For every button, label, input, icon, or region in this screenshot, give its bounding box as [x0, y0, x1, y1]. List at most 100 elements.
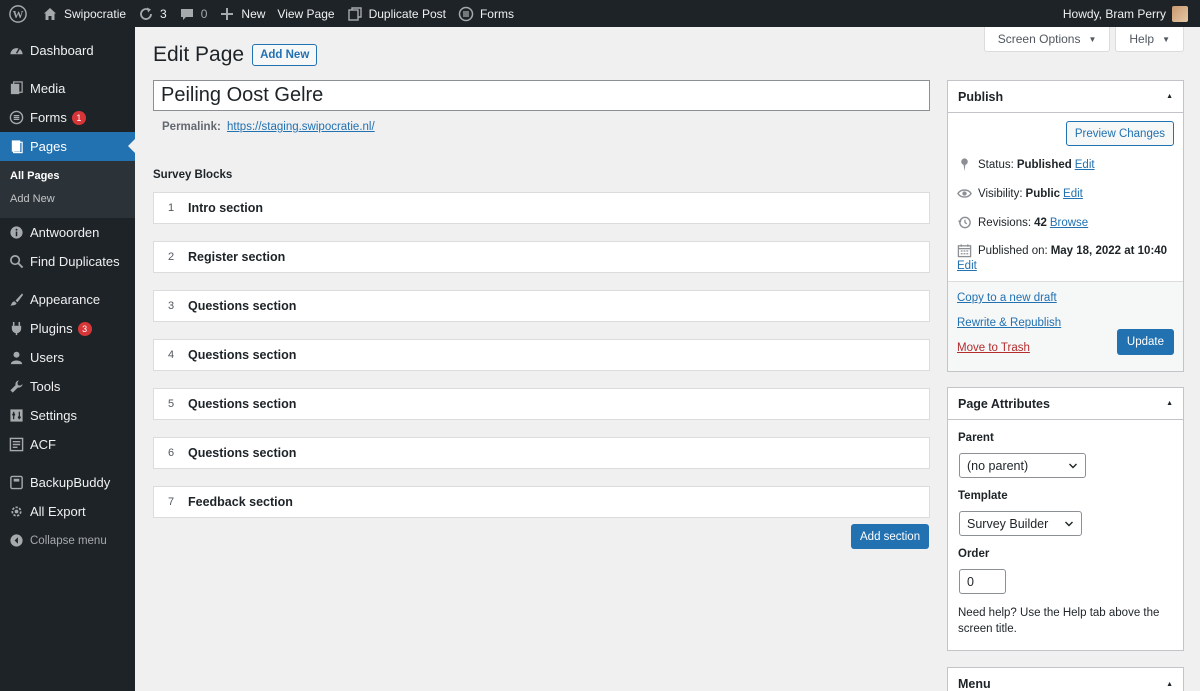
- menu-pages-label: Pages: [30, 139, 67, 154]
- menu-forms[interactable]: Forms 1: [0, 103, 135, 132]
- post-title-input[interactable]: Peiling Oost Gelre: [153, 80, 930, 111]
- parent-select[interactable]: (no parent): [959, 453, 1086, 478]
- calendar-icon: [957, 243, 972, 258]
- menu-appearance[interactable]: Appearance: [0, 285, 135, 314]
- admin-menu: Dashboard Media Forms 1 Pages All Pages …: [0, 27, 135, 691]
- block-title: Intro section: [188, 201, 264, 215]
- published-on-value: May 18, 2022 at 10:40: [1050, 244, 1168, 257]
- order-input[interactable]: 0: [959, 569, 1006, 594]
- collapse-arrow-icon[interactable]: ▲: [1166, 400, 1173, 407]
- help-button[interactable]: Help ▼: [1115, 27, 1184, 52]
- duplicate-post-link[interactable]: Duplicate Post: [341, 0, 452, 27]
- published-on-edit-link[interactable]: Edit: [957, 260, 977, 272]
- block-number: 7: [167, 496, 175, 508]
- collapse-arrow-icon[interactable]: ▲: [1166, 93, 1173, 100]
- screen-options-label: Screen Options: [997, 32, 1081, 46]
- survey-block[interactable]: 1 Intro section: [153, 192, 930, 224]
- update-button[interactable]: Update: [1116, 329, 1174, 355]
- menu-pages[interactable]: Pages: [0, 132, 135, 161]
- page-attributes-header[interactable]: Page Attributes ▲: [948, 388, 1183, 420]
- browse-revisions-link[interactable]: Browse: [1050, 217, 1088, 229]
- submenu-add-new[interactable]: Add New: [0, 189, 135, 212]
- dashboard-icon: [8, 43, 24, 59]
- copy-to-draft-link[interactable]: Copy to a new draft: [957, 292, 1057, 304]
- menu-box-header[interactable]: Menu ▲: [948, 668, 1183, 691]
- collapse-menu-button[interactable]: Collapse menu: [0, 526, 135, 555]
- caret-down-icon: ▼: [1088, 34, 1097, 44]
- template-label: Template: [958, 490, 1008, 502]
- updates-count: 3: [160, 6, 167, 21]
- survey-block[interactable]: 7 Feedback section: [153, 486, 930, 518]
- menu-all-export[interactable]: All Export: [0, 497, 135, 526]
- menu-box-title: Menu: [958, 677, 991, 691]
- block-number: 5: [167, 398, 175, 410]
- svg-text:W: W: [13, 9, 24, 21]
- collapse-arrow-icon[interactable]: ▲: [1166, 681, 1173, 688]
- site-name-link[interactable]: Swipocratie: [36, 0, 132, 27]
- menu-users-label: Users: [30, 350, 64, 365]
- forms-link[interactable]: Forms: [452, 0, 520, 27]
- menu-dashboard[interactable]: Dashboard: [0, 36, 135, 65]
- caret-down-icon: ▼: [1162, 34, 1170, 44]
- block-title: Questions section: [188, 348, 297, 362]
- permalink: Permalink: https://staging.swipocratie.n…: [162, 121, 375, 133]
- view-page-link[interactable]: View Page: [271, 0, 340, 27]
- permalink-label: Permalink:: [162, 121, 221, 133]
- template-select[interactable]: Survey Builder: [959, 511, 1082, 536]
- permalink-link[interactable]: https://staging.swipocratie.nl/: [227, 121, 375, 133]
- menu-antwoorden[interactable]: Antwoorden: [0, 218, 135, 247]
- menu-backupbuddy[interactable]: BackupBuddy: [0, 468, 135, 497]
- screen-options-button[interactable]: Screen Options ▼: [983, 27, 1111, 52]
- status-edit-link[interactable]: Edit: [1075, 159, 1095, 171]
- revisions-row: Revisions: 42 Browse: [957, 215, 1088, 230]
- publish-header[interactable]: Publish ▲: [948, 81, 1183, 113]
- menu-users[interactable]: Users: [0, 343, 135, 372]
- survey-block[interactable]: 5 Questions section: [153, 388, 930, 420]
- settings-icon: [8, 408, 24, 424]
- updates-link[interactable]: 3: [132, 0, 173, 27]
- menu-tools[interactable]: Tools: [0, 372, 135, 401]
- menu-settings[interactable]: Settings: [0, 401, 135, 430]
- my-account-link[interactable]: Howdy, Bram Perry: [1057, 0, 1194, 27]
- menu-plugins-label: Plugins: [30, 321, 73, 336]
- menu-media-label: Media: [30, 81, 66, 96]
- new-content-link[interactable]: New: [213, 0, 271, 27]
- survey-block[interactable]: 2 Register section: [153, 241, 930, 273]
- survey-block[interactable]: 6 Questions section: [153, 437, 930, 469]
- menu-antwoorden-label: Antwoorden: [30, 225, 100, 240]
- comment-icon: [179, 6, 195, 22]
- avatar: [1172, 5, 1188, 22]
- rewrite-republish-link[interactable]: Rewrite & Republish: [957, 317, 1061, 329]
- status-value: Published: [1016, 158, 1072, 171]
- menu-find-duplicates[interactable]: Find Duplicates: [0, 247, 135, 276]
- menu-acf[interactable]: ACF: [0, 430, 135, 459]
- block-title: Feedback section: [188, 495, 293, 509]
- revisions-value: 42: [1034, 216, 1047, 229]
- order-label: Order: [958, 548, 990, 560]
- menu-acf-label: ACF: [30, 437, 56, 452]
- block-number: 1: [167, 202, 175, 214]
- template-select-value: Survey Builder: [967, 516, 1049, 531]
- published-on-row: Published on: May 18, 2022 at 10:40: [957, 243, 1167, 258]
- plugin-icon: [8, 321, 24, 337]
- wordpress-logo-button[interactable]: W: [0, 0, 36, 27]
- visibility-edit-link[interactable]: Edit: [1063, 188, 1083, 200]
- menu-plugins[interactable]: Plugins 3: [0, 314, 135, 343]
- submenu-all-pages[interactable]: All Pages: [0, 166, 135, 189]
- block-number: 3: [167, 300, 175, 312]
- menu-media[interactable]: Media: [0, 74, 135, 103]
- comments-link[interactable]: 0: [173, 0, 214, 27]
- survey-block[interactable]: 3 Questions section: [153, 290, 930, 322]
- preview-changes-button[interactable]: Preview Changes: [1065, 121, 1174, 146]
- add-new-button[interactable]: Add New: [252, 44, 318, 66]
- menu-box: Menu ▲: [947, 667, 1184, 691]
- add-section-button[interactable]: Add section: [851, 524, 930, 549]
- comments-count: 0: [200, 6, 208, 21]
- status-label: Status:: [978, 158, 1014, 171]
- forms-icon: [8, 110, 24, 126]
- move-to-trash-link[interactable]: Move to Trash: [957, 342, 1030, 354]
- acf-icon: [8, 437, 24, 453]
- survey-block[interactable]: 4 Questions section: [153, 339, 930, 371]
- chevron-down-icon: [1064, 519, 1074, 529]
- block-title: Questions section: [188, 397, 297, 411]
